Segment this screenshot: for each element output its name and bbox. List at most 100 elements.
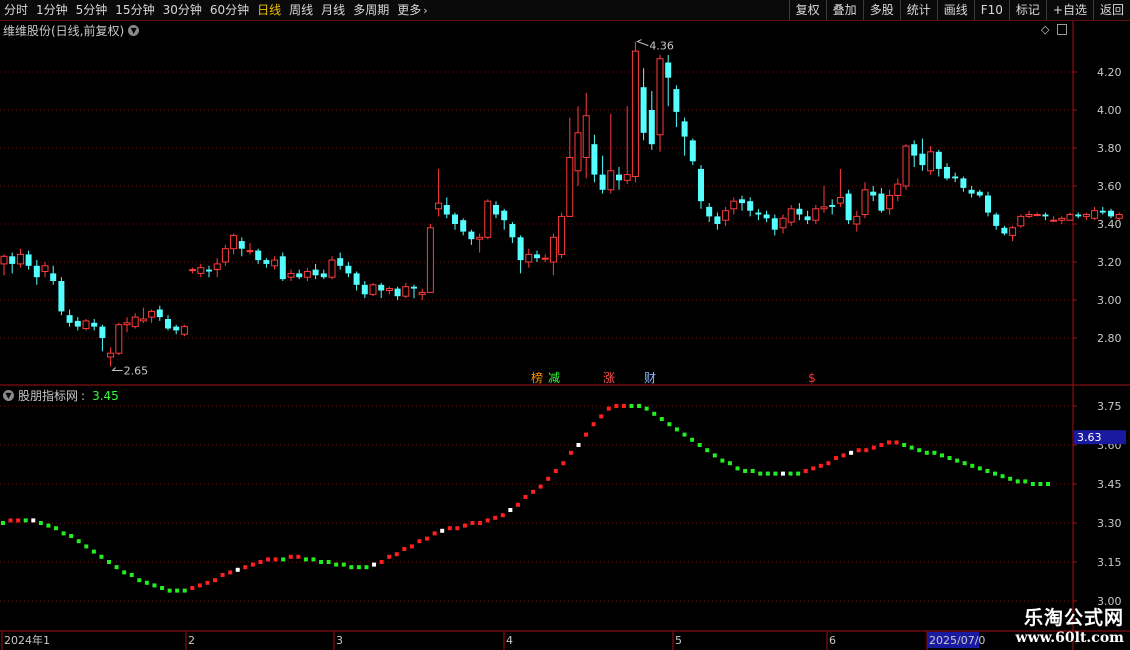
- candle-body: [1017, 215, 1025, 227]
- candle: [394, 286, 401, 300]
- indicator-point: [250, 562, 255, 567]
- price-tick-label: 3.00: [1097, 294, 1122, 307]
- candle: [836, 168, 844, 207]
- candle: [1082, 212, 1090, 221]
- maximize-icon[interactable]: [1057, 24, 1068, 35]
- candle-body: [271, 259, 279, 267]
- period-tab-9[interactable]: 多周期: [349, 0, 393, 20]
- candle-body: [460, 220, 467, 232]
- toolbar-button-3[interactable]: 统计: [899, 0, 937, 20]
- candle-body: [206, 269, 212, 272]
- candle: [689, 138, 696, 166]
- toolbar-button-0[interactable]: 复权: [788, 0, 826, 20]
- period-tab-10[interactable]: 更多: [393, 0, 425, 20]
- period-tab-0[interactable]: 分时: [0, 0, 32, 20]
- indicator-point: [23, 518, 28, 523]
- period-tab-7[interactable]: 周线: [285, 0, 317, 20]
- indicator-point: [780, 471, 785, 476]
- candle-body: [1075, 214, 1082, 217]
- candle-body: [468, 231, 475, 240]
- candle: [894, 178, 902, 202]
- indicator-point: [1023, 479, 1028, 484]
- candle: [853, 210, 861, 232]
- candle: [804, 210, 811, 224]
- toolbar-button-5[interactable]: F10: [973, 0, 1009, 20]
- candle-body: [131, 316, 139, 328]
- toolbar-button-8[interactable]: 返回: [1092, 0, 1130, 20]
- candle: [99, 324, 106, 352]
- price-tick-label: 3.20: [1097, 256, 1122, 269]
- toolbar-button-1[interactable]: 叠加: [825, 0, 863, 20]
- candle: [460, 218, 467, 236]
- indicator-point: [1, 521, 5, 525]
- x-axis-label: 6: [829, 634, 836, 647]
- indicator-point: [826, 461, 831, 466]
- period-tab-1[interactable]: 1分钟: [32, 0, 72, 20]
- watermark-url: www.60lt.com: [1015, 630, 1124, 646]
- toolbar-button-4[interactable]: 画线: [936, 0, 974, 20]
- indicator-point: [652, 411, 657, 416]
- period-tab-4[interactable]: 30分钟: [159, 0, 206, 20]
- candle-body: [673, 89, 680, 112]
- indicator-point: [46, 523, 51, 528]
- indicator-point: [197, 583, 202, 588]
- candle-body: [968, 189, 975, 194]
- candle-body: [484, 200, 492, 238]
- indicator-name: 股朋指标网: [18, 389, 79, 403]
- candle-body: [296, 273, 303, 278]
- candle-body: [935, 151, 942, 169]
- period-tab-8[interactable]: 月线: [317, 0, 349, 20]
- low-arrow: [111, 367, 123, 371]
- toolbar-button-7[interactable]: +自选: [1045, 0, 1093, 20]
- candle: [944, 163, 950, 181]
- indicator-point: [440, 528, 445, 533]
- chevron-right-icon[interactable]: ›: [423, 4, 427, 17]
- candle-body: [648, 110, 655, 145]
- candle-body: [640, 87, 647, 133]
- period-tab-6[interactable]: 日线: [253, 0, 285, 20]
- candle: [985, 191, 991, 217]
- diamond-icon[interactable]: ◇: [1041, 23, 1049, 36]
- chevron-down-icon[interactable]: ▼: [3, 390, 14, 401]
- candle: [123, 317, 131, 333]
- candle: [607, 113, 615, 194]
- toolbar-button-6[interactable]: 标记: [1008, 0, 1046, 20]
- candle: [993, 212, 1000, 230]
- period-tab-2[interactable]: 5分钟: [72, 0, 112, 20]
- indicator-point: [61, 531, 66, 536]
- chart-area[interactable]: 2.80 3.00 3.20 3.40 3.60 3.80 4.00 4.20 4.36 2.65…: [0, 21, 1130, 650]
- indicator-tick-label: 3.15: [1097, 556, 1122, 569]
- candle-body: [148, 310, 156, 318]
- candle: [369, 282, 377, 297]
- indicator-point: [614, 404, 619, 408]
- candle: [779, 214, 787, 234]
- chevron-down-icon[interactable]: ▼: [128, 25, 140, 36]
- indicator-point: [992, 471, 997, 476]
- candle-body: [394, 288, 401, 297]
- indicator-point: [379, 560, 384, 564]
- candle: [107, 347, 115, 367]
- candle-body: [960, 178, 967, 188]
- indicator-point: [743, 469, 748, 473]
- candle: [919, 138, 926, 171]
- indicator-point: [584, 432, 589, 437]
- indicator-point: [258, 560, 263, 564]
- toolbar-button-2[interactable]: 多股: [862, 0, 900, 20]
- candle: [1066, 212, 1074, 221]
- candle: [820, 186, 828, 213]
- candle: [960, 176, 967, 192]
- candle: [599, 155, 606, 194]
- candle: [148, 309, 156, 323]
- panel-controls: ◇: [1041, 23, 1068, 36]
- candle-body: [853, 215, 861, 225]
- period-tab-3[interactable]: 15分钟: [111, 0, 158, 20]
- price-tick-label: 3.60: [1097, 180, 1122, 193]
- candle-body: [927, 151, 935, 172]
- stock-header: 维维股份(日线,前复权) ▼: [3, 22, 140, 39]
- candle-body: [714, 216, 721, 224]
- candle-body: [435, 202, 443, 210]
- indicator-point: [311, 557, 316, 562]
- candle-body: [599, 174, 606, 190]
- period-tab-5[interactable]: 60分钟: [206, 0, 253, 20]
- indicator-point: [485, 518, 490, 523]
